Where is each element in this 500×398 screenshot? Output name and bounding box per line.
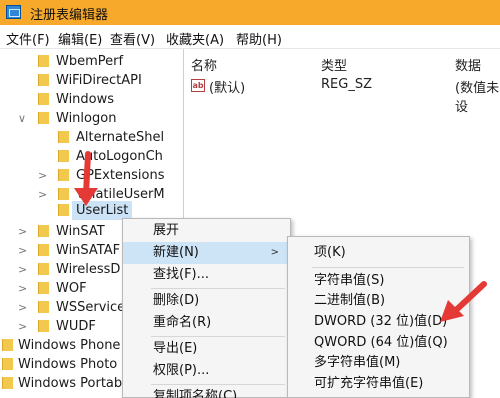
ctx-export[interactable]: 导出(E) xyxy=(123,338,291,360)
tree-item-wifidirectapi[interactable]: WiFiDirectAPI xyxy=(0,71,183,90)
folder-icon xyxy=(2,358,13,370)
value-name: (默认) xyxy=(209,81,246,96)
column-header-type[interactable]: 类型 xyxy=(321,55,347,74)
annotation-arrow-left-icon xyxy=(440,281,487,322)
menu-help[interactable]: 帮助(H) xyxy=(236,29,282,48)
menu-file[interactable]: 文件(F) xyxy=(6,29,50,48)
tree-item-label: Windows xyxy=(56,92,115,107)
window-title: 注册表编辑器 xyxy=(30,8,109,23)
string-value-icon: ab xyxy=(191,79,205,92)
tree-item-alternateshell[interactable]: AlternateShel xyxy=(0,128,183,147)
tree-item-windows[interactable]: Windows xyxy=(0,90,183,109)
ctx-new[interactable]: 新建(N) > xyxy=(123,242,291,264)
new-expandable-string-value[interactable]: 可扩充字符串值(E) xyxy=(288,373,470,395)
tree-item-label: WinSAT xyxy=(56,224,105,239)
folder-icon xyxy=(38,225,49,237)
title-bar: 注册表编辑器 xyxy=(0,0,500,25)
tree-item-label: Winlogon xyxy=(56,111,117,126)
context-menu: 展开 新建(N) > 查找(F)... 删除(D) 重命名(R) 导出(E) 权… xyxy=(122,218,291,398)
chevron-right-icon[interactable]: > xyxy=(18,317,27,336)
menu-divider xyxy=(151,288,285,289)
menu-favorites[interactable]: 收藏夹(A) xyxy=(166,29,224,48)
folder-icon xyxy=(38,55,49,67)
tree-item-label: Windows Phone xyxy=(18,338,121,353)
ctx-permissions[interactable]: 权限(P)... xyxy=(123,360,291,382)
chevron-down-icon[interactable]: ∨ xyxy=(18,109,26,128)
menu-bar: 文件(F) 编辑(E) 查看(V) 收藏夹(A) 帮助(H) xyxy=(0,25,500,49)
menu-divider xyxy=(151,336,285,337)
folder-icon xyxy=(38,244,49,256)
menu-edit[interactable]: 编辑(E) xyxy=(58,29,102,48)
chevron-right-icon[interactable]: > xyxy=(18,260,27,279)
ctx-find[interactable]: 查找(F)... xyxy=(123,264,291,286)
ctx-delete[interactable]: 删除(D) xyxy=(123,290,291,312)
chevron-right-icon[interactable]: > xyxy=(38,166,47,185)
column-header-name[interactable]: 名称 xyxy=(191,55,217,74)
new-key[interactable]: 项(K) xyxy=(288,242,470,264)
chevron-right-icon[interactable]: > xyxy=(18,298,27,317)
tree-item-label: WOF xyxy=(56,281,87,296)
tree-item-label: WinSATAF xyxy=(56,243,121,258)
folder-icon xyxy=(38,320,49,332)
value-type: REG_SZ xyxy=(321,77,372,92)
folder-icon xyxy=(38,282,49,294)
tree-item-label: WirelessD xyxy=(56,262,121,277)
folder-icon xyxy=(38,112,49,124)
tree-item-label: AlternateShel xyxy=(76,130,165,145)
tree-item-label: Windows Portab xyxy=(18,376,123,391)
chevron-right-icon[interactable]: > xyxy=(18,279,27,298)
folder-icon xyxy=(38,93,49,105)
folder-icon xyxy=(58,131,69,143)
tree-item-wbemperf[interactable]: WbemPerf xyxy=(0,52,183,71)
ctx-copy-key-name[interactable]: 复制项名称(C) xyxy=(123,386,291,398)
new-qword-value[interactable]: QWORD (64 位)值(Q) xyxy=(288,332,470,354)
tree-item-winlogon[interactable]: ∨ Winlogon xyxy=(0,109,183,128)
ctx-new-label: 新建(N) xyxy=(153,245,199,260)
folder-icon xyxy=(2,377,13,389)
folder-icon xyxy=(38,301,49,313)
column-header-data[interactable]: 数据 xyxy=(455,55,481,74)
tree-item-label: WUDF xyxy=(56,319,96,334)
chevron-right-icon[interactable]: > xyxy=(18,222,27,241)
annotation-arrow-down-icon xyxy=(74,151,98,206)
value-data: (数值未设 xyxy=(455,81,500,115)
submenu-arrow-icon: > xyxy=(270,247,279,258)
tree-item-label: Windows Photo xyxy=(18,357,118,372)
ctx-rename[interactable]: 重命名(R) xyxy=(123,312,291,334)
tree-item-label: WiFiDirectAPI xyxy=(56,73,142,88)
new-multi-string-value[interactable]: 多字符串值(M) xyxy=(288,352,470,374)
menu-divider xyxy=(151,384,285,385)
folder-icon xyxy=(38,74,49,86)
ctx-expand[interactable]: 展开 xyxy=(123,220,291,242)
tree-item-label: WSService xyxy=(56,300,126,315)
chevron-right-icon[interactable]: > xyxy=(18,241,27,260)
registry-editor-icon xyxy=(6,5,21,19)
folder-icon xyxy=(2,339,13,351)
menu-view[interactable]: 查看(V) xyxy=(110,29,155,48)
menu-divider xyxy=(312,267,464,268)
tree-item-label: WbemPerf xyxy=(56,54,124,69)
folder-icon xyxy=(38,263,49,275)
